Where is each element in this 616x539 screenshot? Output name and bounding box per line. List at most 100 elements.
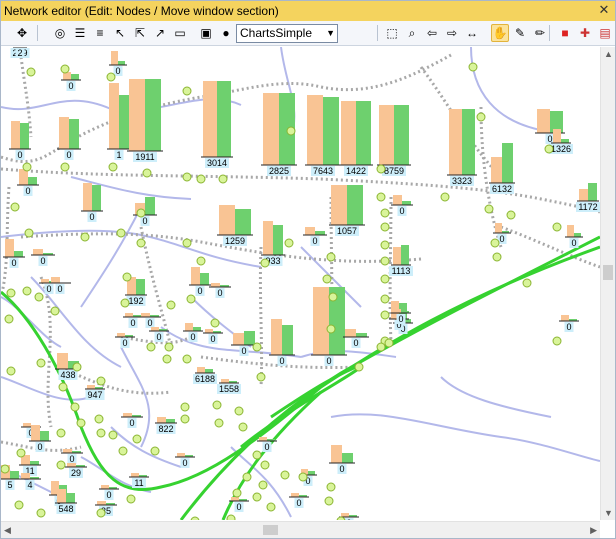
horizontal-scrollbar[interactable]: ◀ ▶	[1, 521, 600, 538]
zone-node[interactable]	[108, 430, 118, 440]
zone-node[interactable]	[256, 372, 266, 382]
node-bar-chart[interactable]: 6132	[489, 143, 515, 194]
node-bar-chart[interactable]: 0	[203, 329, 223, 344]
zone-node[interactable]	[552, 336, 562, 346]
zone-node[interactable]	[492, 252, 502, 262]
zone-node[interactable]	[468, 62, 478, 72]
zone-node[interactable]	[476, 112, 486, 122]
zone-node[interactable]	[258, 480, 268, 490]
zone-node[interactable]	[118, 446, 128, 456]
node-bar-chart[interactable]: 1057	[329, 185, 365, 236]
zone-node[interactable]	[380, 240, 390, 250]
zone-node[interactable]	[150, 446, 160, 456]
zone-node[interactable]	[120, 298, 130, 308]
zone-node[interactable]	[252, 342, 262, 352]
zone-node[interactable]	[24, 228, 34, 238]
zone-node[interactable]	[14, 500, 24, 510]
zone-node[interactable]	[182, 172, 192, 182]
zone-node[interactable]	[286, 126, 296, 136]
node-bar-chart[interactable]: 947	[85, 385, 105, 400]
zone-node[interactable]	[212, 400, 222, 410]
node-bar-chart[interactable]: 0	[61, 72, 81, 91]
node-bar-chart[interactable]: 0	[257, 437, 277, 452]
node-bar-chart[interactable]: 548	[55, 489, 77, 514]
node-bar-chart[interactable]: 6188	[193, 367, 217, 384]
panel-icon[interactable]: ▤	[596, 24, 614, 42]
scroll-down-icon[interactable]: ▼	[604, 508, 613, 518]
zone-node[interactable]	[108, 162, 118, 172]
list-icon[interactable]: ☰	[71, 24, 89, 42]
zone-node[interactable]	[380, 208, 390, 218]
close-icon[interactable]: ✕	[596, 2, 612, 18]
zone-node[interactable]	[232, 488, 242, 498]
node-bar-chart[interactable]: 0	[61, 449, 83, 464]
zone-node[interactable]	[6, 366, 16, 376]
zone-node[interactable]	[122, 272, 132, 282]
zone-node[interactable]	[552, 222, 562, 232]
node-bar-chart[interactable]: 1422	[339, 101, 373, 176]
node-bar-chart[interactable]: 0	[57, 117, 81, 160]
zone-node[interactable]	[226, 514, 236, 520]
node-bar-chart[interactable]: 0	[115, 333, 135, 348]
zone-node[interactable]	[16, 448, 26, 458]
zone-node[interactable]	[242, 472, 252, 482]
zone-node[interactable]	[60, 162, 70, 172]
node-bar-chart[interactable]: 3014	[201, 81, 233, 168]
node-bar-chart[interactable]: 1911	[127, 79, 163, 162]
zone-node[interactable]	[326, 324, 336, 334]
node-bar-chart[interactable]: 0	[303, 227, 327, 246]
binoculars-icon[interactable]: ◎	[51, 24, 69, 42]
zone-node[interactable]	[266, 502, 276, 512]
network-canvas[interactable]: 2190000119113014282576431422875933236132…	[1, 47, 600, 520]
zone-node[interactable]	[162, 354, 172, 364]
zone-node[interactable]	[326, 482, 336, 492]
zone-node[interactable]	[36, 508, 46, 518]
zone-node[interactable]	[1, 464, 10, 474]
zone-node[interactable]	[490, 238, 500, 248]
zone-node[interactable]	[58, 382, 68, 392]
zone-node[interactable]	[132, 434, 142, 444]
zone-node[interactable]	[96, 376, 106, 386]
zone-node[interactable]	[252, 492, 262, 502]
forward-arrow-icon[interactable]: ⇨	[443, 24, 461, 42]
zone-node[interactable]	[22, 286, 32, 296]
zone-node[interactable]	[190, 516, 200, 520]
zone-node[interactable]	[146, 342, 156, 352]
ruler-icon[interactable]: ✎	[511, 24, 529, 42]
zone-node[interactable]	[354, 362, 364, 372]
node-bar-chart[interactable]: 11	[19, 455, 41, 476]
zoom-icon[interactable]: ⌕	[403, 24, 421, 42]
node-bar-chart[interactable]: 0	[329, 445, 355, 474]
globe-icon[interactable]: ●	[217, 24, 235, 42]
node-bar-chart[interactable]: 0	[269, 319, 295, 366]
pencil-icon[interactable]: ✏	[531, 24, 549, 42]
zone-node[interactable]	[234, 406, 244, 416]
zone-node[interactable]	[284, 238, 294, 248]
display-dropdown-icon[interactable]: ▭	[171, 24, 189, 42]
node-bar-chart[interactable]: 0	[81, 183, 103, 222]
node-bar-chart[interactable]: 0	[149, 327, 169, 342]
fit-icon[interactable]: ↔	[463, 24, 481, 42]
zone-node[interactable]	[182, 238, 192, 248]
zone-node[interactable]	[328, 292, 338, 302]
zone-node[interactable]	[166, 300, 176, 310]
zone-node[interactable]	[116, 228, 126, 238]
zone-node[interactable]	[36, 358, 46, 368]
node-bar-chart[interactable]: 0	[391, 195, 413, 216]
zone-node[interactable]	[506, 210, 516, 220]
node-bar-chart[interactable]: 0	[123, 313, 143, 328]
zone-node[interactable]	[380, 294, 390, 304]
zone-node[interactable]	[80, 232, 90, 242]
node-bar-chart[interactable]: 1259	[217, 205, 253, 246]
zone-node[interactable]	[218, 174, 228, 184]
zone-node[interactable]	[238, 422, 248, 432]
zone-node[interactable]	[10, 202, 20, 212]
node-bar-chart[interactable]: 0	[139, 313, 161, 328]
chart-mode-select[interactable]: ChartsSimple ▼	[236, 24, 338, 43]
node-bar-chart[interactable]: 11	[129, 473, 149, 488]
node-bar-chart[interactable]: 3323	[447, 109, 477, 186]
zone-node[interactable]	[142, 168, 152, 178]
zone-node[interactable]	[440, 192, 450, 202]
node-bar-chart[interactable]: 0	[109, 51, 127, 76]
node-bar-chart[interactable]: 1172	[576, 183, 600, 212]
